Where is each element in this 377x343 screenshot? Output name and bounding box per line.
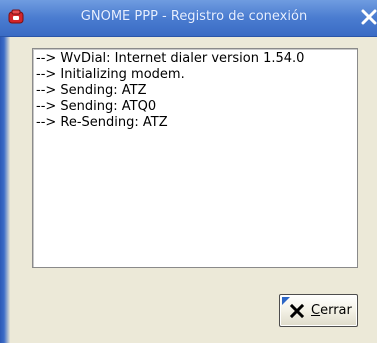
- title-bar[interactable]: GNOME PPP - Registro de conexión: [0, 0, 377, 37]
- window-title: GNOME PPP - Registro de conexión: [80, 9, 308, 24]
- phone-icon: [8, 9, 24, 24]
- log-line: --> Initializing modem.: [36, 67, 185, 82]
- log-line: --> WvDial: Internet dialer version 1.54…: [36, 51, 305, 66]
- log-line: --> Sending: ATZ: [36, 83, 147, 98]
- log-line: --> Re-Sending: ATZ: [36, 115, 168, 130]
- close-button-label: Cerrar: [311, 303, 352, 318]
- x-icon: [290, 304, 304, 318]
- close-button[interactable]: Cerrar: [279, 294, 358, 327]
- close-button-label-rest: errar: [320, 303, 352, 318]
- close-icon[interactable]: [361, 8, 377, 26]
- close-button-mnemonic: C: [311, 303, 321, 318]
- focus-indicator: [282, 297, 290, 305]
- window-left-border: [0, 37, 10, 343]
- log-line: --> Sending: ATQ0: [36, 99, 157, 114]
- log-text-area[interactable]: --> WvDial: Internet dialer version 1.54…: [32, 48, 358, 268]
- log-window: GNOME PPP - Registro de conexión --> WvD…: [0, 0, 377, 343]
